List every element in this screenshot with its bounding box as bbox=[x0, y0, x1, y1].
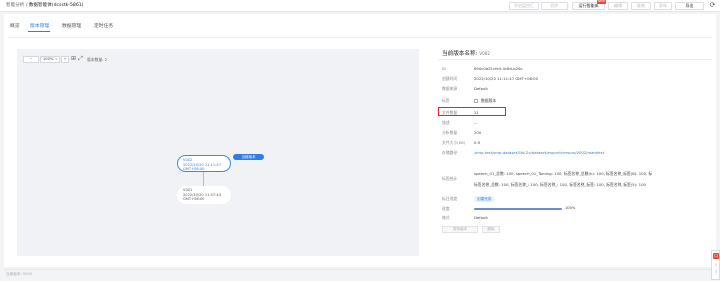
detail-row-format: 格式 Default bbox=[442, 215, 488, 220]
copy-button[interactable]: 复制 bbox=[631, 2, 651, 10]
version-node-tz: GMT+08:00 bbox=[183, 167, 205, 171]
tabs-divider bbox=[8, 37, 712, 38]
sync-button[interactable]: 同步 bbox=[541, 2, 568, 10]
delete-button[interactable]: 删除 bbox=[482, 226, 500, 233]
tab-data-management[interactable]: 数据管理 bbox=[62, 22, 81, 29]
zoom-value: 100% bbox=[43, 57, 54, 61]
detail-row-created: 创建时间 2022/10/20 11:11:47 GMT+08:00 bbox=[442, 76, 539, 81]
tag-checkbox[interactable]: 数据版本 bbox=[474, 98, 496, 104]
fullscreen-icon[interactable]: ⤢ bbox=[77, 55, 84, 63]
version-node-time: 2022/10/20 11:11:47 bbox=[183, 162, 221, 167]
label-stats-line: speech_01_总数: 100, speech_01_Taming: 100… bbox=[474, 171, 653, 176]
version-connector bbox=[203, 172, 204, 186]
footer-text: 当前版本: V002 bbox=[6, 272, 33, 276]
status-tag: 创建完成 bbox=[474, 196, 495, 202]
breadcrumb-parent[interactable]: 智能分析 / bbox=[6, 3, 27, 8]
checkbox-icon bbox=[474, 98, 478, 103]
detail-row-status: 标注进度 创建完成 bbox=[432, 196, 712, 204]
detail-title-version: V002 bbox=[479, 51, 491, 56]
detail-row-count: 分析数量 200 bbox=[442, 130, 482, 135]
help-icon[interactable]: ? bbox=[713, 270, 719, 275]
fit-view-icon[interactable]: ⊞ bbox=[70, 55, 77, 63]
content-card: 概览 版本管理 数据管理 定时任务 − 100% ▾ + ⊞ ⤢ 版本数量: 2… bbox=[4, 14, 716, 267]
publish-button[interactable]: 发布 bbox=[654, 2, 672, 10]
label-stats-line: 标签名称_总数: 100, 标签名称_: 100, 标签名称_: 100, 标签… bbox=[474, 182, 646, 187]
tab-version-management[interactable]: 版本管理 bbox=[30, 22, 49, 29]
version-node-time: 2022/10/20 11:07:43 bbox=[183, 192, 221, 197]
feedback-icon[interactable]: 口 bbox=[713, 253, 719, 259]
tab-overview[interactable]: 概览 bbox=[10, 22, 20, 29]
publish-version-button[interactable]: 发布版本 bbox=[442, 226, 478, 233]
progress-text: 100% bbox=[565, 206, 576, 210]
monitor-button[interactable]: 开启监控汇 bbox=[509, 2, 539, 10]
chevron-down-icon: ▾ bbox=[55, 57, 57, 61]
version-node-previous[interactable]: V001 2022/10/20 11:07:43 GMT+08:00 bbox=[177, 186, 231, 204]
detail-row-progress: 进度 100% bbox=[442, 206, 576, 211]
detail-row-path: 存储路径/smp-test/smp-dataset/5fd-2v/dataset… bbox=[442, 150, 605, 155]
highlight-box bbox=[438, 107, 506, 116]
detail-title: 当前版本名称: V002 bbox=[442, 49, 490, 57]
tab-scheduled-tasks[interactable]: 定时任务 bbox=[94, 22, 113, 29]
side-float-toolbar: 口 ☆ ? bbox=[711, 250, 720, 280]
detail-row-source: 数据来源 Default bbox=[442, 86, 488, 91]
version-count: 版本数量: 2 bbox=[87, 57, 108, 62]
detail-actions: 发布版本 删除 bbox=[432, 226, 712, 234]
version-node-name: V001 bbox=[183, 188, 193, 192]
page: 智能分析 / 数据智能体(dcsstk-5861) 开启监控汇 同步 运行智能体… bbox=[0, 0, 720, 281]
version-node-current[interactable]: V002 2022/10/20 11:11:47 GMT+08:00 bbox=[177, 155, 231, 172]
run-agent-button[interactable]: 运行智能体 NEW bbox=[572, 0, 606, 10]
new-badge: NEW bbox=[596, 0, 606, 4]
breadcrumb: 智能分析 / 数据智能体(dcsstk-5861) bbox=[6, 2, 83, 8]
detail-title-label: 当前版本名称: bbox=[442, 51, 478, 57]
run-agent-label: 运行智能体 bbox=[578, 3, 599, 8]
detail-row-description: 描述 -- bbox=[442, 120, 477, 125]
version-detail-panel: 当前版本名称: V002 ID 690c0a2f-cfe4-4c8d-b26c 创… bbox=[432, 49, 712, 259]
progress-bar bbox=[474, 208, 562, 210]
detail-row-id: ID 690c0a2f-cfe4-4c8d-b26c bbox=[442, 66, 523, 71]
detail-row-label-stats: 标签统计 speech_01_总数: 100, speech_01_Taming… bbox=[442, 171, 653, 187]
detail-row-tag: 标签 数据版本 bbox=[442, 98, 497, 104]
version-node-name: V002 bbox=[183, 158, 193, 162]
version-graph-canvas[interactable]: − 100% ▾ + ⊞ ⤢ 版本数量: 2 V002 2022/10/20 1… bbox=[17, 49, 419, 256]
zoom-out-button[interactable]: − bbox=[23, 56, 39, 63]
active-tab-indicator bbox=[28, 31, 50, 32]
refresh-icon[interactable]: ⟳ bbox=[708, 1, 717, 10]
breadcrumb-current: 数据智能体(dcsstk-5861) bbox=[28, 3, 84, 8]
star-icon[interactable]: ☆ bbox=[713, 262, 719, 267]
edit-button[interactable]: 编辑 bbox=[608, 2, 628, 10]
current-version-badge: 当前版本 bbox=[233, 154, 264, 160]
zoom-select[interactable]: 100% ▾ bbox=[40, 56, 60, 63]
version-node-tz: GMT+08:00 bbox=[183, 197, 205, 201]
zoom-in-button[interactable]: + bbox=[61, 56, 69, 63]
storage-path-link[interactable]: /smp-test/smp-dataset/5fd-2v/dataset/exp… bbox=[474, 150, 604, 155]
horizontal-scrollbar[interactable] bbox=[4, 269, 716, 270]
detail-row-size: 文件大小(KB) 0.9 bbox=[442, 140, 481, 145]
top-bar: 智能分析 / 数据智能体(dcsstk-5861) 开启监控汇 同步 运行智能体… bbox=[0, 0, 720, 12]
download-button[interactable]: 导出 bbox=[675, 2, 704, 10]
detail-divider bbox=[438, 59, 712, 60]
